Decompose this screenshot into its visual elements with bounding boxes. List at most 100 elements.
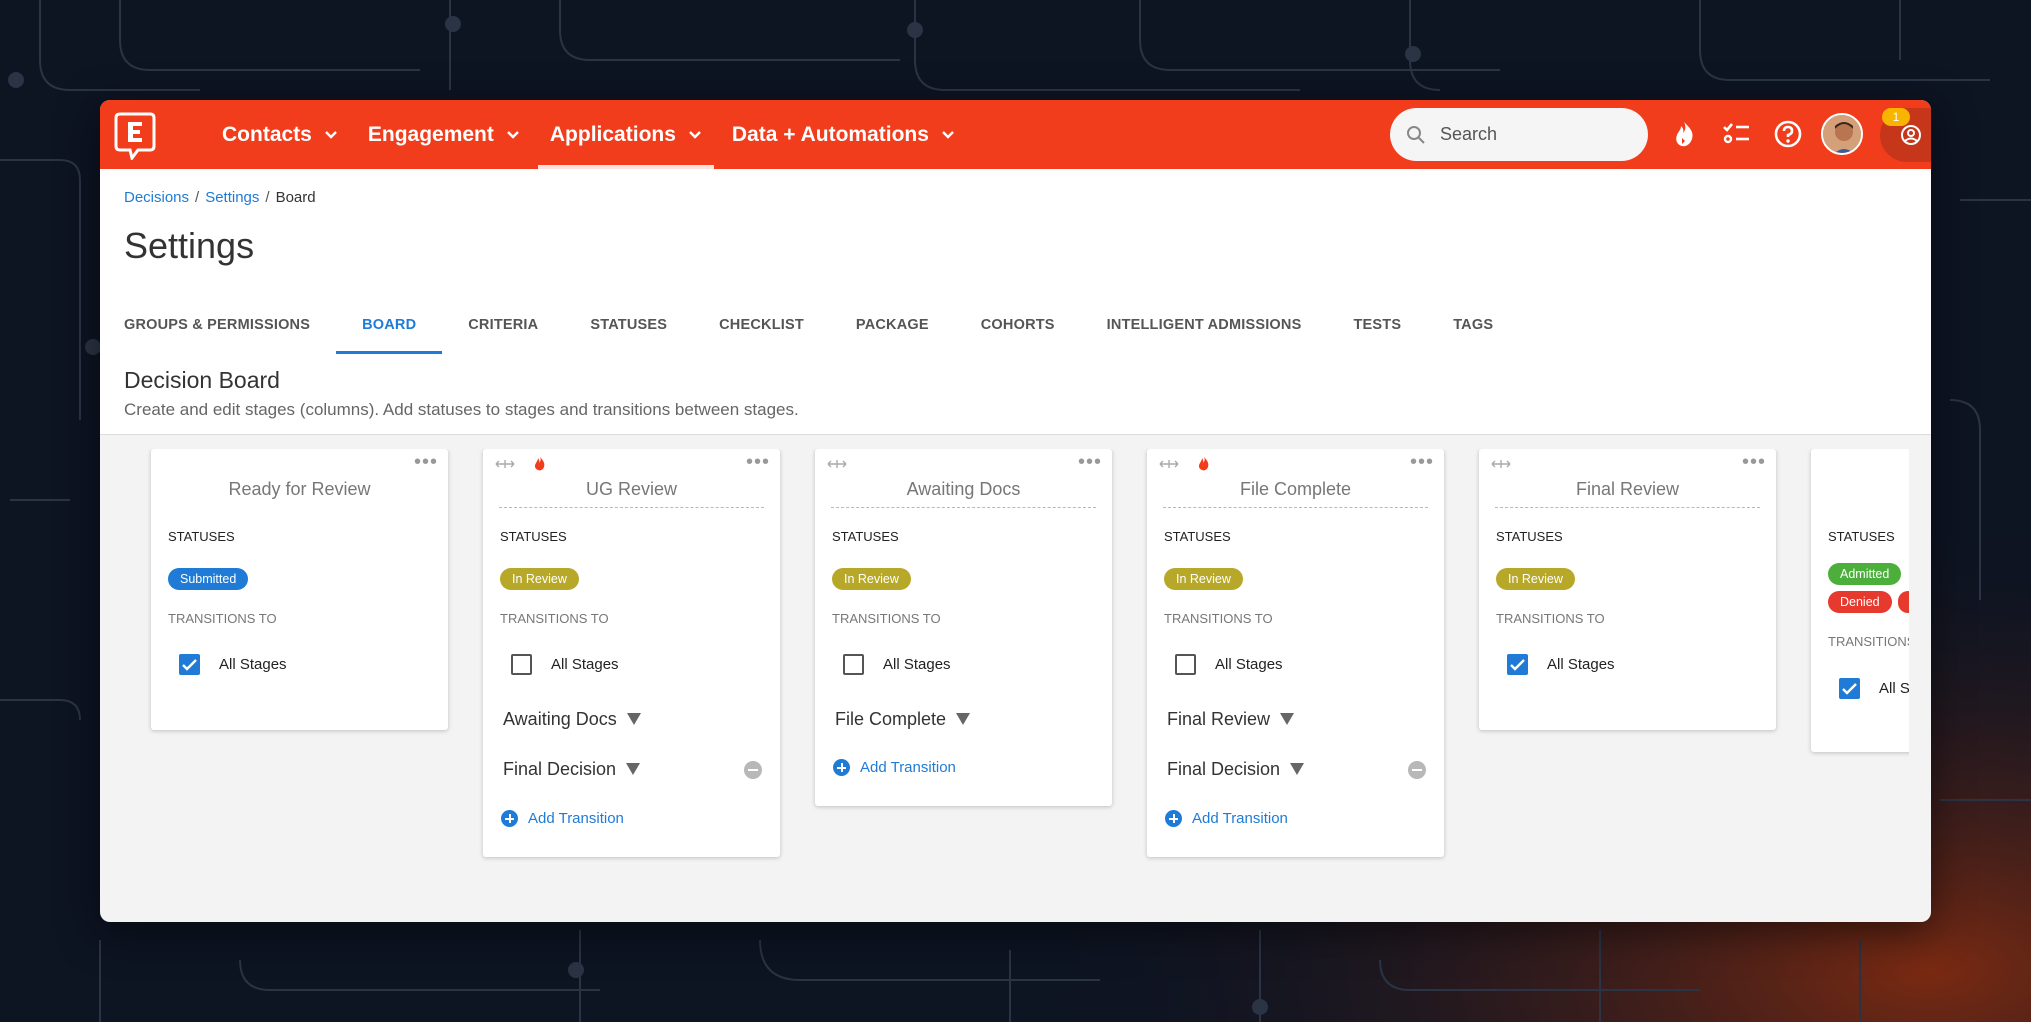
add-transition-label: Add Transition: [528, 810, 624, 827]
nav-item-label: Engagement: [367, 122, 494, 146]
caret-down-icon: [1280, 713, 1295, 725]
status-pill-denied[interactable]: Denied: [1828, 591, 1892, 613]
transition-stage-name: Final Review: [1167, 708, 1271, 729]
tab-groups-permissions[interactable]: GROUPS & PERMISSIONS: [100, 296, 336, 354]
remove-transition-icon[interactable]: [1408, 761, 1426, 779]
nav-item-engagement[interactable]: Engagement: [356, 100, 532, 169]
tab-tests[interactable]: TESTS: [1327, 296, 1427, 354]
all-stages-checkbox[interactable]: [1175, 654, 1196, 675]
statuses-label: STATUSES: [832, 529, 899, 544]
stage-title[interactable]: UG Review: [499, 477, 764, 508]
tab-package[interactable]: PACKAGE: [830, 296, 955, 354]
stage-menu-icon[interactable]: •••: [1410, 452, 1434, 472]
drag-handle-icon[interactable]: [1159, 459, 1179, 469]
user-alert-icon: [1901, 125, 1921, 145]
tab-statuses[interactable]: STATUSES: [564, 296, 693, 354]
status-pill-admitted[interactable]: Admitted: [1828, 563, 1902, 585]
stage-card: ••• Awaiting Docs STATUSES In Review TRA…: [815, 449, 1112, 806]
status-pill[interactable]: [1897, 591, 1909, 613]
help-icon[interactable]: [1772, 118, 1804, 150]
tab-checklist[interactable]: CHECKLIST: [693, 296, 830, 354]
status-list: In Review: [832, 568, 952, 590]
chevron-down-icon: [507, 130, 519, 139]
statuses-label: STATUSES: [168, 529, 235, 544]
search-input[interactable]: [1440, 124, 1630, 145]
all-stages-checkbox-row[interactable]: All Stages: [1507, 654, 1615, 675]
flame-icon[interactable]: [1668, 118, 1700, 150]
tab-tags[interactable]: TAGS: [1427, 296, 1519, 354]
drag-handle-icon[interactable]: [495, 459, 515, 469]
drag-handle-icon[interactable]: [1491, 459, 1511, 469]
tab-intelligent-admissions[interactable]: INTELLIGENT ADMISSIONS: [1081, 296, 1328, 354]
breadcrumb-link-decisions[interactable]: Decisions: [124, 189, 189, 206]
app-logo-icon[interactable]: [112, 110, 158, 160]
add-transition-button[interactable]: Add Transition: [1165, 810, 1288, 827]
remove-transition-icon[interactable]: [744, 761, 762, 779]
stage-menu-icon[interactable]: •••: [414, 452, 438, 472]
task-list-icon[interactable]: [1720, 118, 1752, 150]
stage-title[interactable]: Awaiting Docs: [831, 477, 1096, 508]
transitions-label: TRANSITIONS TO: [1496, 611, 1605, 626]
status-pill[interactable]: In Review: [1164, 568, 1243, 590]
all-stages-label: All S: [1879, 680, 1909, 697]
all-stages-checkbox[interactable]: [511, 654, 532, 675]
add-transition-button[interactable]: Add Transition: [501, 810, 624, 827]
all-stages-checkbox[interactable]: [843, 654, 864, 675]
stage-title[interactable]: Ready for Review: [167, 477, 432, 508]
status-pill[interactable]: In Review: [500, 568, 579, 590]
plus-circle-icon: [501, 810, 518, 827]
stage-card: F STATUSES Admitted Denied TRANSITIONS T…: [1811, 449, 1909, 752]
statuses-label: STATUSES: [1828, 529, 1895, 544]
chevron-down-icon: [942, 130, 954, 139]
user-avatar[interactable]: [1821, 113, 1863, 155]
transition-select[interactable]: Awaiting Docs: [503, 706, 766, 732]
nav-item-contacts[interactable]: Contacts: [210, 100, 350, 169]
status-pill[interactable]: In Review: [832, 568, 911, 590]
all-stages-checkbox-row[interactable]: All Stages: [511, 654, 619, 675]
transition-select[interactable]: File Complete: [835, 706, 1098, 732]
tab-criteria[interactable]: CRITERIA: [442, 296, 564, 354]
caret-down-icon: [626, 763, 641, 775]
settings-tabs: GROUPS & PERMISSIONS BOARD CRITERIA STAT…: [100, 296, 1519, 354]
nav-item-label: Applications: [549, 122, 676, 146]
all-stages-label: All Stages: [1215, 656, 1283, 673]
breadcrumb-link-settings[interactable]: Settings: [205, 189, 259, 206]
add-transition-button[interactable]: Add Transition: [833, 759, 956, 776]
all-stages-checkbox[interactable]: [1839, 678, 1860, 699]
flame-icon: [1198, 457, 1209, 471]
caret-down-icon: [626, 713, 641, 725]
status-pill[interactable]: Submitted: [168, 568, 249, 590]
stage-title[interactable]: Final Review: [1495, 477, 1760, 508]
statuses-label: STATUSES: [500, 529, 567, 544]
transition-select[interactable]: Final Decision: [503, 756, 766, 782]
all-stages-checkbox-row[interactable]: All Stages: [179, 654, 287, 675]
tab-board[interactable]: BOARD: [336, 296, 443, 354]
tab-cohorts[interactable]: COHORTS: [955, 296, 1081, 354]
all-stages-checkbox[interactable]: [1507, 654, 1528, 675]
stage-title[interactable]: File Complete: [1163, 477, 1428, 508]
stage-card: ••• UG Review STATUSES In Review TRANSIT…: [483, 449, 780, 857]
top-nav: Contacts Engagement Applications Data + …: [100, 100, 1931, 169]
stage-menu-icon[interactable]: •••: [1742, 452, 1766, 472]
app-window: Contacts Engagement Applications Data + …: [100, 100, 1931, 922]
transition-select[interactable]: Final Review: [1167, 706, 1430, 732]
plus-circle-icon: [1165, 810, 1182, 827]
notification-count-badge: 1: [1882, 108, 1910, 126]
page-header: Decisions / Settings / Board Settings GR…: [100, 169, 1931, 435]
transition-select[interactable]: Final Decision: [1167, 756, 1430, 782]
stage-menu-icon[interactable]: •••: [746, 452, 770, 472]
breadcrumb-current: Board: [275, 189, 316, 206]
nav-item-data-automations[interactable]: Data + Automations: [720, 100, 967, 169]
all-stages-checkbox-row[interactable]: All Stages: [1175, 654, 1283, 675]
all-stages-checkbox[interactable]: [179, 654, 200, 675]
stage-menu-icon[interactable]: •••: [1078, 452, 1102, 472]
statuses-label: STATUSES: [1496, 529, 1563, 544]
all-stages-checkbox-row[interactable]: All Stages: [843, 654, 951, 675]
nav-item-applications[interactable]: Applications: [537, 100, 714, 169]
global-search[interactable]: [1390, 108, 1648, 161]
caret-down-icon: [1290, 763, 1305, 775]
all-stages-checkbox-row[interactable]: All S: [1839, 678, 1909, 699]
chevron-down-icon: [689, 130, 701, 139]
drag-handle-icon[interactable]: [827, 459, 847, 469]
status-pill[interactable]: In Review: [1496, 568, 1575, 590]
